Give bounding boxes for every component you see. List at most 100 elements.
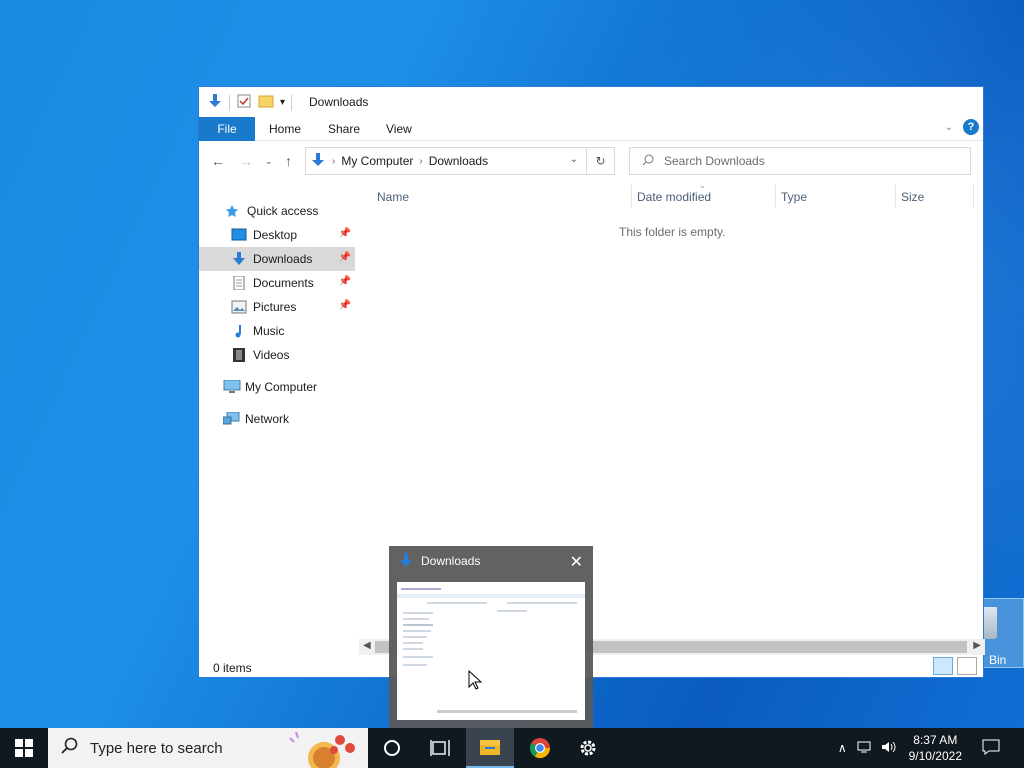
navigation-pane: Quick access Desktop 📌 Downloads 📌 Docum…	[199, 204, 359, 655]
thumbnail-detail	[403, 630, 431, 632]
address-bar[interactable]: › My Computer › Downloads ⌄	[305, 147, 587, 175]
up-arrow-icon[interactable]: ↑	[285, 153, 292, 169]
column-divider[interactable]	[631, 185, 632, 207]
nav-desktop[interactable]: Desktop 📌	[199, 223, 355, 247]
details-view-button[interactable]	[933, 657, 953, 675]
search-icon	[642, 154, 654, 169]
nav-my-computer[interactable]: My Computer	[199, 375, 355, 399]
cortana-button[interactable]	[368, 728, 416, 768]
navigation-bar: ← → ⌄ ↑ › My Computer › Downloads ⌄ ↻ Se…	[199, 141, 983, 181]
taskbar-search-box[interactable]: Type here to search	[48, 728, 368, 768]
properties-icon[interactable]	[236, 93, 252, 112]
taskbar-file-explorer[interactable]	[466, 728, 514, 768]
thumbnail-detail	[497, 610, 527, 612]
thumbnail-detail	[401, 588, 441, 590]
system-tray: ∧ 8:37 AM 9/10/2022	[838, 728, 1024, 768]
nav-downloads[interactable]: Downloads 📌	[199, 247, 355, 271]
new-folder-icon[interactable]	[258, 93, 274, 112]
thumbnail-detail	[403, 636, 427, 638]
breadcrumb-my-computer[interactable]: My Computer	[341, 154, 413, 168]
scroll-right-icon[interactable]: ▶	[973, 640, 981, 651]
start-button[interactable]	[0, 728, 48, 768]
thumbnail-detail	[403, 618, 429, 620]
preview-window-thumbnail[interactable]	[397, 582, 585, 720]
column-header-type[interactable]: Type	[781, 185, 807, 209]
pictures-icon	[231, 300, 247, 314]
pin-icon[interactable]: 📌	[339, 252, 351, 263]
column-header-size[interactable]: Size	[901, 185, 924, 209]
network-icon	[222, 411, 240, 426]
divider	[229, 94, 230, 111]
column-divider[interactable]	[973, 185, 974, 207]
pin-icon[interactable]: 📌	[339, 300, 351, 311]
recent-locations-icon[interactable]: ⌄	[265, 156, 273, 167]
column-divider[interactable]	[895, 185, 896, 207]
column-header-name[interactable]: Name	[377, 185, 409, 209]
large-icons-view-button[interactable]	[957, 657, 977, 675]
downloads-arrow-icon	[231, 252, 247, 266]
downloads-arrow-icon	[310, 152, 326, 171]
recycle-bin-shortcut[interactable]: Bin	[978, 598, 1024, 668]
back-arrow-icon[interactable]: ←	[211, 153, 225, 169]
tab-home[interactable]: Home	[269, 117, 301, 141]
thumbnail-detail	[507, 602, 577, 604]
nav-documents[interactable]: Documents 📌	[199, 271, 355, 295]
expand-ribbon-icon[interactable]: ⌄	[945, 122, 953, 133]
tab-file[interactable]: File	[199, 117, 255, 141]
nav-pictures[interactable]: Pictures 📌	[199, 295, 355, 319]
thumbnail-detail	[403, 612, 433, 614]
refresh-button[interactable]: ↻	[587, 147, 615, 175]
breadcrumb-downloads[interactable]: Downloads	[429, 154, 488, 168]
pin-icon[interactable]: 📌	[339, 228, 351, 239]
scroll-left-icon[interactable]: ◀	[363, 640, 371, 651]
customize-toolbar-icon[interactable]: ▾	[280, 97, 285, 108]
document-icon	[231, 275, 247, 291]
forward-arrow-icon[interactable]: →	[239, 153, 253, 169]
clock[interactable]: 8:37 AM 9/10/2022	[909, 732, 962, 764]
chevron-right-icon[interactable]: ›	[332, 156, 335, 167]
nav-network[interactable]: Network	[199, 407, 355, 431]
taskbar-thumbnail-preview[interactable]: Downloads ✕	[389, 546, 593, 728]
window-title: Downloads	[309, 95, 369, 109]
close-icon[interactable]: ✕	[570, 552, 583, 572]
thumbnail-detail	[403, 648, 423, 650]
search-input[interactable]: Search Downloads	[629, 147, 971, 175]
tab-share[interactable]: Share	[328, 117, 360, 141]
pin-icon[interactable]: 📌	[339, 276, 351, 287]
quick-access-toolbar: ▾	[207, 93, 293, 112]
nav-my-computer-label: My Computer	[245, 380, 318, 394]
task-view-icon	[430, 740, 450, 756]
music-note-icon	[231, 324, 247, 338]
mouse-cursor-icon	[468, 669, 483, 693]
divider	[291, 94, 293, 111]
nav-music[interactable]: Music	[199, 319, 355, 343]
nav-music-label: Music	[253, 324, 285, 338]
column-divider[interactable]	[775, 185, 776, 207]
computer-icon	[223, 379, 241, 394]
address-dropdown-icon[interactable]: ⌄	[570, 154, 578, 165]
network-status-icon[interactable]	[857, 740, 873, 757]
thumbnail-detail	[427, 602, 487, 604]
taskbar-chrome[interactable]	[516, 728, 564, 768]
gear-icon	[580, 740, 596, 756]
task-view-button[interactable]	[416, 728, 464, 768]
nav-quick-access-label: Quick access	[247, 204, 319, 218]
thumbnail-detail	[403, 642, 423, 644]
volume-icon[interactable]	[881, 740, 897, 757]
downloads-arrow-icon	[399, 553, 413, 572]
chevron-right-icon[interactable]: ›	[419, 156, 422, 167]
chevron-up-icon[interactable]: ∧	[838, 741, 847, 755]
nav-quick-access[interactable]: Quick access	[199, 199, 355, 223]
help-icon[interactable]: ?	[963, 119, 979, 135]
title-bar: ▾ Downloads	[199, 87, 983, 117]
nav-network-label: Network	[245, 412, 290, 426]
taskbar: Type here to search ∧ 8:37 AM 9/10/2022	[0, 728, 1024, 768]
tab-view[interactable]: View	[386, 117, 412, 141]
folder-icon	[480, 740, 500, 755]
nav-videos[interactable]: Videos	[199, 343, 355, 367]
view-toggle	[933, 657, 977, 675]
notification-icon[interactable]	[982, 739, 1000, 758]
search-placeholder: Search Downloads	[664, 154, 765, 168]
taskbar-settings[interactable]	[564, 728, 612, 768]
empty-folder-message: This folder is empty.	[619, 225, 726, 239]
